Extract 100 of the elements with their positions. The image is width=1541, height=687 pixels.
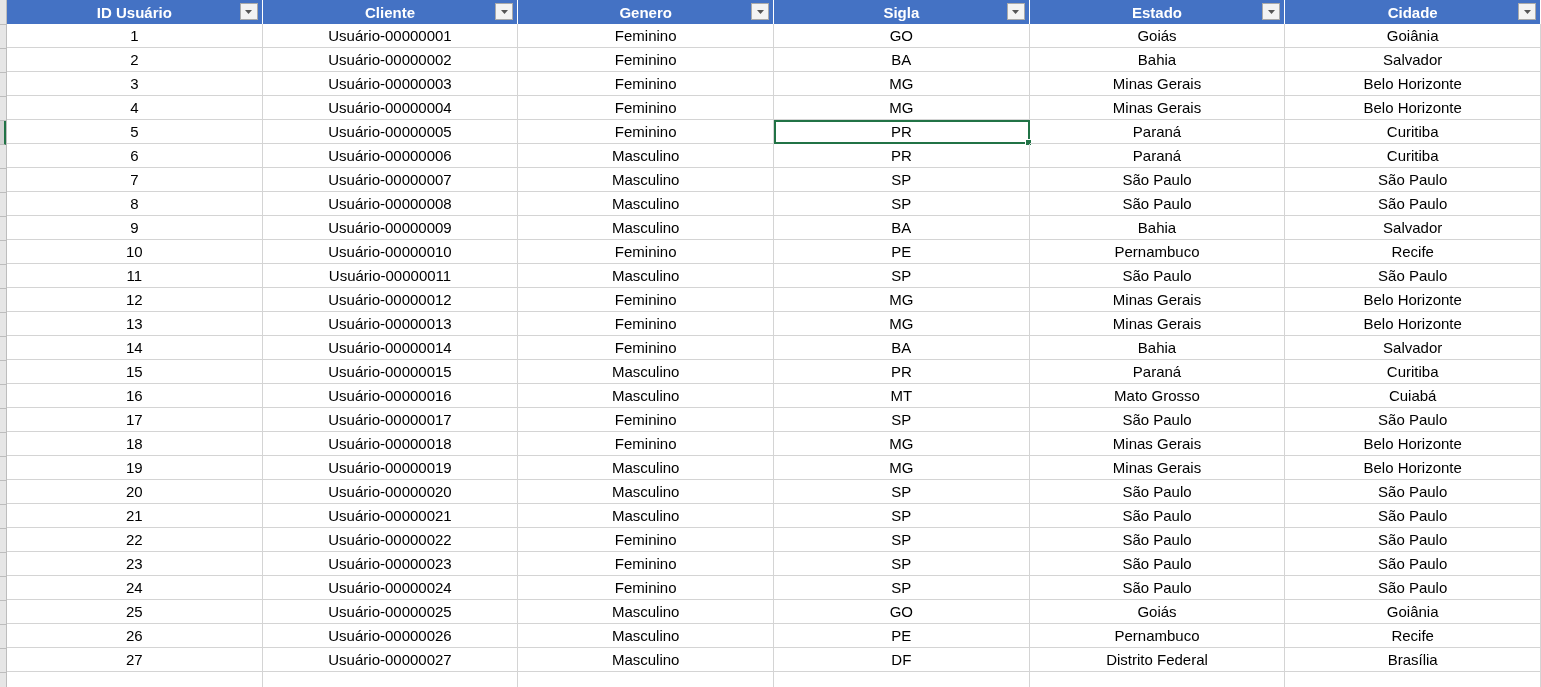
caret-icon bbox=[1523, 9, 1531, 14]
table-cell: 19 bbox=[7, 456, 263, 480]
table-cell: Feminino bbox=[518, 24, 774, 48]
filter-dropdown-button[interactable] bbox=[239, 3, 258, 20]
table-cell: Usuário-00000015 bbox=[262, 360, 519, 384]
table-cell: Usuário-00000006 bbox=[262, 144, 519, 168]
table-cell: São Paulo bbox=[1029, 192, 1286, 216]
table-cell: Feminino bbox=[518, 48, 774, 72]
table-cell: Usuário-00000027 bbox=[262, 648, 519, 672]
table-cell: Feminino bbox=[518, 312, 774, 336]
table-cell: 17 bbox=[7, 408, 263, 432]
table-cell: PR bbox=[774, 120, 1030, 144]
table-cell: Goiás bbox=[1029, 24, 1286, 48]
table-cell: São Paulo bbox=[1029, 168, 1286, 192]
table-cell: Usuário-00000025 bbox=[262, 600, 519, 624]
table-cell: SP bbox=[774, 192, 1030, 216]
table-cell: 3 bbox=[7, 72, 263, 96]
table-cell: Feminino bbox=[518, 96, 774, 120]
table-cell: Usuário-00000023 bbox=[262, 552, 519, 576]
table-cell: Usuário-00000009 bbox=[262, 216, 519, 240]
table-cell: MG bbox=[774, 72, 1030, 96]
table-cell: Belo Horizonte bbox=[1285, 432, 1541, 456]
filter-dropdown-button[interactable] bbox=[1006, 3, 1025, 20]
caret-icon bbox=[500, 9, 508, 14]
table-cell: Belo Horizonte bbox=[1285, 72, 1541, 96]
table-cell: SP bbox=[774, 264, 1030, 288]
table-cell: Usuário-00000003 bbox=[262, 72, 519, 96]
table-cell: São Paulo bbox=[1285, 480, 1541, 504]
table-cell: PR bbox=[774, 144, 1030, 168]
table-cell: 22 bbox=[7, 528, 263, 552]
table-cell: Usuário-00000014 bbox=[262, 336, 519, 360]
table-cell: Pernambuco bbox=[1029, 624, 1286, 648]
table-cell: Usuário-00000019 bbox=[262, 456, 519, 480]
table-cell: Masculino bbox=[518, 264, 774, 288]
table-cell: 27 bbox=[7, 648, 263, 672]
table-cell: PE bbox=[774, 624, 1030, 648]
table-cell: Feminino bbox=[518, 576, 774, 600]
fill-handle[interactable] bbox=[1024, 139, 1032, 146]
table-cell: 2 bbox=[7, 48, 263, 72]
table-cell: Usuário-00000024 bbox=[262, 576, 519, 600]
table-cell: Feminino bbox=[518, 120, 774, 144]
table-cell: 18 bbox=[7, 432, 263, 456]
table-cell: Masculino bbox=[518, 168, 774, 192]
table-cell: Usuário-00000010 bbox=[262, 240, 519, 264]
table-cell: Cuiabá bbox=[1285, 384, 1541, 408]
table-cell: Minas Gerais bbox=[1029, 312, 1286, 336]
table-cell: SP bbox=[774, 408, 1030, 432]
table-cell: Belo Horizonte bbox=[1285, 96, 1541, 120]
table-cell: São Paulo bbox=[1285, 528, 1541, 552]
table-cell: BA bbox=[774, 48, 1030, 72]
table-cell: 20 bbox=[7, 480, 263, 504]
table-cell: SP bbox=[774, 528, 1030, 552]
table-cell: Feminino bbox=[518, 240, 774, 264]
table-cell: Goiânia bbox=[1285, 24, 1541, 48]
table-cell: DF bbox=[774, 648, 1030, 672]
table-cell: Usuário-00000008 bbox=[262, 192, 519, 216]
table-cell: Minas Gerais bbox=[1029, 288, 1286, 312]
table-cell: 8 bbox=[7, 192, 263, 216]
column-title: Genero bbox=[619, 3, 672, 21]
table-cell: Feminino bbox=[518, 72, 774, 96]
table-cell: 13 bbox=[7, 312, 263, 336]
table-cell: Bahia bbox=[1029, 336, 1286, 360]
table-cell: 25 bbox=[7, 600, 263, 624]
column-title: Cliente bbox=[365, 3, 415, 21]
filter-dropdown-button[interactable] bbox=[1518, 3, 1536, 20]
table-cell: Usuário-00000005 bbox=[262, 120, 519, 144]
table-cell: Recife bbox=[1285, 624, 1541, 648]
caret-icon bbox=[756, 9, 764, 14]
table-cell: São Paulo bbox=[1285, 504, 1541, 528]
table-cell: Feminino bbox=[518, 408, 774, 432]
table-cell: Paraná bbox=[1029, 144, 1286, 168]
table-cell: Pernambuco bbox=[1029, 240, 1286, 264]
row-header[interactable] bbox=[0, 121, 6, 145]
table-cell: São Paulo bbox=[1285, 192, 1541, 216]
column-title: Cidade bbox=[1387, 3, 1438, 21]
table-cell: Usuário-00000016 bbox=[262, 384, 519, 408]
table-cell: Masculino bbox=[518, 144, 774, 168]
table-cell: BA bbox=[774, 216, 1030, 240]
filter-dropdown-button[interactable] bbox=[495, 3, 514, 20]
table-cell: Usuário-00000018 bbox=[262, 432, 519, 456]
table-cell: Salvador bbox=[1285, 48, 1541, 72]
table-cell: Masculino bbox=[518, 480, 774, 504]
table-cell: São Paulo bbox=[1285, 576, 1541, 600]
filter-dropdown-button[interactable] bbox=[1262, 3, 1281, 20]
table-cell: Feminino bbox=[518, 432, 774, 456]
table-cell: São Paulo bbox=[1029, 552, 1286, 576]
table-cell: São Paulo bbox=[1285, 408, 1541, 432]
table-cell: São Paulo bbox=[1029, 528, 1286, 552]
table-cell: Masculino bbox=[518, 624, 774, 648]
table-cell: Minas Gerais bbox=[1029, 96, 1286, 120]
table-cell: Usuário-00000004 bbox=[262, 96, 519, 120]
table-cell: 5 bbox=[7, 120, 263, 144]
table-cell: Usuário-00000001 bbox=[262, 24, 519, 48]
table-cell: Usuário-00000002 bbox=[262, 48, 519, 72]
table-cell: 21 bbox=[7, 504, 263, 528]
table-cell: MG bbox=[774, 456, 1030, 480]
filter-dropdown-button[interactable] bbox=[751, 3, 769, 20]
table-cell: Usuário-00000021 bbox=[262, 504, 519, 528]
table-cell: Usuário-00000020 bbox=[262, 480, 519, 504]
table-cell: GO bbox=[774, 600, 1030, 624]
